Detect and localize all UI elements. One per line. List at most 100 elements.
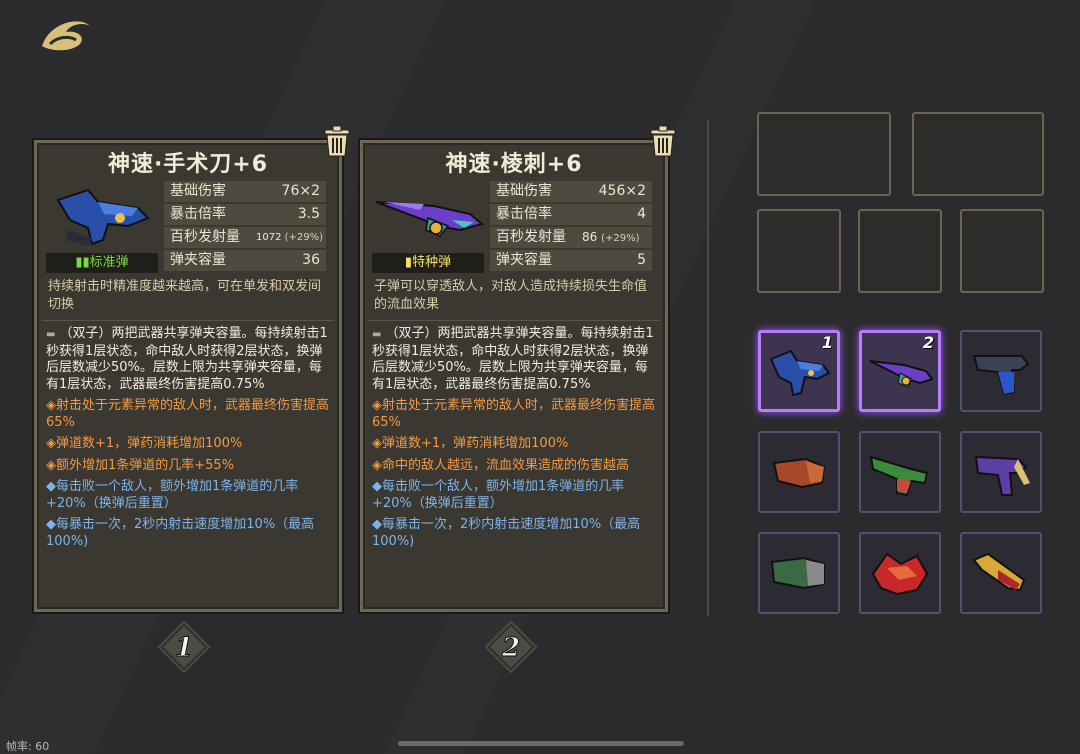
inventory-slot[interactable]: 2 xyxy=(859,330,941,412)
effect-text: （双子）两把武器共享弹夹容量。每持续射击1秒获得1层状态，命中敌人时获得2层状态… xyxy=(372,326,654,392)
stat-value: 1072 (+29%) xyxy=(256,227,323,248)
panel-divider xyxy=(707,120,709,616)
weapon-description: 子弹可以穿透敌人，对敌人造成持续损失生命值的流血效果 xyxy=(374,279,648,312)
effect-item: ◈额外增加1条弹道的几率+55% xyxy=(46,458,334,475)
inventory-slot[interactable] xyxy=(859,532,941,614)
stat-label: 弹夹容量 xyxy=(170,252,226,268)
effect-item: ◈弹道数+1，弹药消耗增加100% xyxy=(46,436,334,453)
bullet-icon: ▬ xyxy=(372,329,382,340)
ammo-type-badge: ▮特种弹 xyxy=(372,253,484,273)
trash-icon[interactable] xyxy=(648,124,678,158)
effect-text: 射击处于元素异常的敌人时，武器最终伤害提高65% xyxy=(46,398,330,430)
stat-row: 百秒发射量 1072 (+29%) xyxy=(164,227,326,248)
inventory-slot[interactable] xyxy=(960,431,1042,513)
red-dragon-icon xyxy=(871,552,929,596)
ammo-type-label: 特种弹 xyxy=(412,255,452,270)
effect-item: ▬ （双子）两把武器共享弹夹容量。每持续射击1秒获得1层状态，命中敌人时获得2层状… xyxy=(46,326,334,393)
scalpel-gun-icon xyxy=(56,188,150,246)
bullet-icon: ◆ xyxy=(46,517,56,532)
stat-value: 36 xyxy=(302,252,320,268)
slot-number-text: 2 xyxy=(501,633,520,663)
bullet-icon: ◈ xyxy=(46,457,56,473)
effect-text: 额外增加1条弹道的几率+55% xyxy=(56,457,235,473)
divider xyxy=(368,320,660,321)
stat-value: 4 xyxy=(637,206,646,222)
scalpel-gun-icon xyxy=(769,349,831,397)
equip-slot-empty[interactable] xyxy=(757,112,891,196)
bullet-icon: ◈ xyxy=(372,436,382,451)
divider xyxy=(42,320,334,321)
weapon-title: 神速·手术刀+6 xyxy=(107,152,269,177)
bullet-icon: ◈ xyxy=(372,398,382,413)
inventory-slot[interactable] xyxy=(758,532,840,614)
inventory-slot[interactable] xyxy=(859,431,941,513)
spike-gun-icon xyxy=(375,201,484,237)
spike-gun-icon xyxy=(869,360,934,388)
inventory-slot[interactable] xyxy=(758,431,840,513)
inventory-slot[interactable] xyxy=(960,532,1042,614)
inventory-slot[interactable] xyxy=(960,330,1042,412)
stat-value-sub: (+29%) xyxy=(284,232,324,243)
ammo-icon: ▮▮ xyxy=(75,255,90,270)
effect-item: ◆每击败一个敌人，额外增加1条弹道的几率+20%（换弹后重置） xyxy=(46,479,334,512)
effect-text: 弹道数+1，弹药消耗增加100% xyxy=(56,436,243,451)
effect-item: ◈射击处于元素异常的敌人时，武器最终伤害提高65% xyxy=(46,398,334,431)
effect-item: ◆每暴击一次，2秒内射击速度增加10%（最高100%) xyxy=(372,517,660,550)
ammo-icon: ▮ xyxy=(404,255,413,270)
weapon-title: 神速·棱刺+6 xyxy=(445,152,583,177)
stat-row: 弹夹容量 5 xyxy=(490,250,652,271)
ammo-type-label: 标准弹 xyxy=(89,255,129,270)
stat-label: 百秒发射量 xyxy=(496,229,566,245)
stat-row: 百秒发射量 86 (+29%) xyxy=(490,227,652,248)
stat-label: 百秒发射量 xyxy=(170,229,240,245)
effects-list: ▬ （双子）两把武器共享弹夹容量。每持续射击1秒获得1层状态，命中敌人时获得2层状… xyxy=(372,326,660,555)
ammo-type-badge: ▮▮标准弹 xyxy=(46,253,158,273)
effects-list: ▬ （双子）两把武器共享弹夹容量。每持续射击1秒获得1层状态，命中敌人时获得2层状… xyxy=(46,326,334,555)
slot-number-2: 2 xyxy=(484,620,538,674)
slot-number-1: 1 xyxy=(157,620,211,674)
effect-text: 每击败一个敌人，额外增加1条弹道的几率+20%（换弹后重置） xyxy=(46,479,299,511)
stat-value: 76×2 xyxy=(281,183,320,199)
bullet-icon: ◆ xyxy=(372,517,382,532)
gold-cannon-icon xyxy=(972,552,1026,592)
equip-slot-empty[interactable] xyxy=(858,209,942,293)
fps-counter: 帧率: 60 xyxy=(6,740,50,753)
bullet-icon: ◆ xyxy=(46,479,56,494)
effect-item: ▬ （双子）两把武器共享弹夹容量。每持续射击1秒获得1层状态，命中敌人时获得2层状… xyxy=(372,326,660,393)
purple-smg-icon xyxy=(974,455,1030,496)
stat-value-main: 86 xyxy=(582,230,598,244)
green-gauntlet-icon xyxy=(770,556,825,590)
equip-slot-empty[interactable] xyxy=(960,209,1044,293)
stat-value: 456×2 xyxy=(598,183,646,199)
inventory-slot[interactable]: 1 xyxy=(758,330,840,412)
scrollbar[interactable] xyxy=(398,741,684,746)
weapon-card-1: 神速·手术刀+6 ▮▮标准弹 基础伤害 76×2 暴击倍率 3.5 百秒发射量 107… xyxy=(32,125,350,614)
stat-value: 86 (+29%) xyxy=(582,227,640,249)
equip-slot-empty[interactable] xyxy=(912,112,1044,196)
stat-label: 弹夹容量 xyxy=(496,252,552,268)
effect-item: ◆每击败一个敌人，额外增加1条弹道的几率+20%（换弹后重置） xyxy=(372,479,660,512)
fire-gauntlet-icon xyxy=(772,457,826,489)
weapon-card-2: 神速·棱刺+6 ▮特种弹 基础伤害 456×2 暴击倍率 4 百秒发射量 86 (+2… xyxy=(358,125,676,614)
trash-icon[interactable] xyxy=(322,124,352,158)
bullet-icon: ◈ xyxy=(372,457,382,473)
bullet-icon: ▬ xyxy=(46,329,56,340)
effect-text: 命中的敌人越远，流血效果造成的伤害越高 xyxy=(382,457,630,473)
stat-value-sub: (+29%) xyxy=(601,233,640,244)
back-logo-icon[interactable] xyxy=(36,12,96,54)
bullet-icon: ◆ xyxy=(372,479,382,494)
equip-slot-empty[interactable] xyxy=(757,209,841,293)
stat-label: 基础伤害 xyxy=(496,183,552,199)
stat-row: 基础伤害 456×2 xyxy=(490,181,652,202)
stat-label: 暴击倍率 xyxy=(170,206,226,222)
blue-pistol-icon xyxy=(972,355,1030,396)
effect-item: ◈射击处于元素异常的敌人时，武器最终伤害提高65% xyxy=(372,398,660,431)
effect-text: 每暴击一次，2秒内射击速度增加10%（最高100%) xyxy=(372,517,641,549)
stat-value-main: 1072 xyxy=(256,232,282,243)
stat-label: 暴击倍率 xyxy=(496,206,552,222)
stats-table: 基础伤害 456×2 暴击倍率 4 百秒发射量 86 (+29%) 弹夹容量 5 xyxy=(490,181,652,273)
slot-number-text: 1 xyxy=(175,633,193,663)
effect-item: ◈弹道数+1，弹药消耗增加100% xyxy=(372,436,660,453)
effect-text: 每击败一个敌人，额外增加1条弹道的几率+20%（换弹后重置） xyxy=(372,479,625,511)
stat-row: 暴击倍率 3.5 xyxy=(164,204,326,225)
